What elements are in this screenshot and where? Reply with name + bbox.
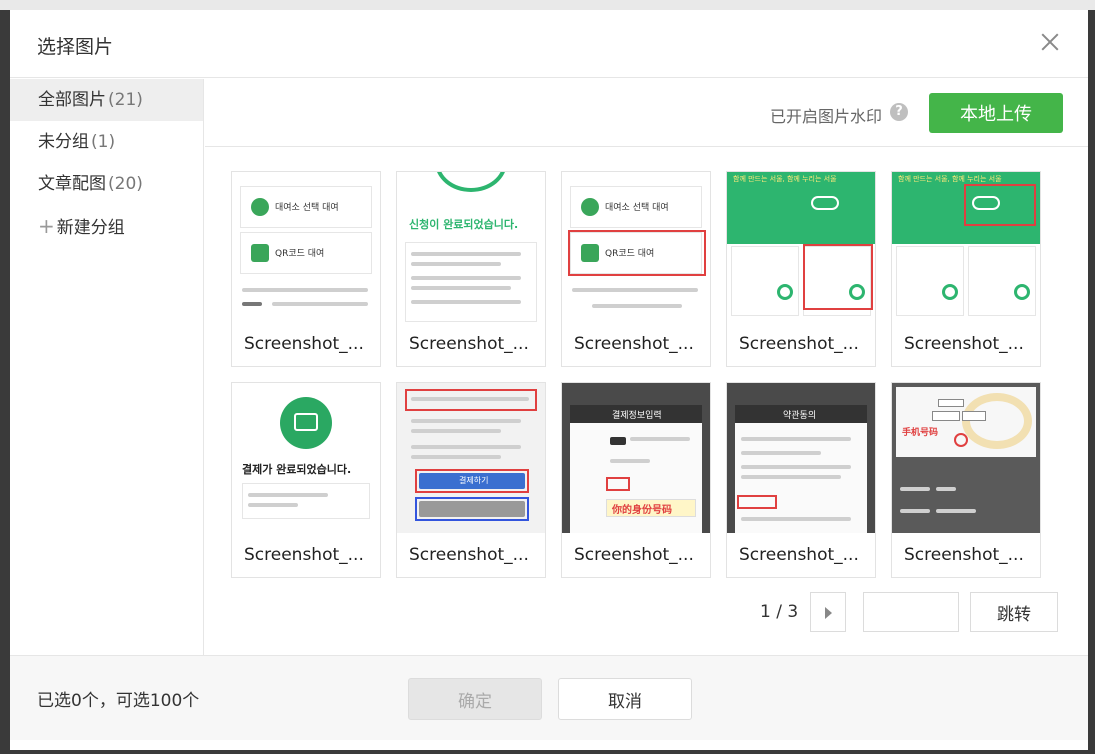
thumb-text: 你的身份号码: [612, 505, 672, 516]
image-thumbnail: 약관동의: [727, 383, 875, 533]
image-thumbnail: 대여소 선택 대여 QR코드 대여: [562, 172, 710, 322]
thumb-text: 대여소 선택 대여: [275, 203, 339, 213]
select-image-dialog: 选择图片 全部图片 (21) 未分组 (1) 文章配图 (20) + 新建分组 已开启图…: [10, 10, 1088, 750]
watermark-status: 已开启图片水印: [769, 107, 882, 126]
image-card[interactable]: 대여소 선택 대여 QR코드 대여 Screenshot_...: [561, 171, 711, 367]
dialog-header: 选择图片: [10, 10, 1088, 78]
close-icon[interactable]: [1036, 28, 1064, 56]
page-jump-input[interactable]: [863, 592, 959, 632]
image-caption: Screenshot_...: [904, 334, 1024, 354]
group-item-article-images[interactable]: 文章配图 (20): [10, 163, 203, 205]
image-thumbnail: 신청이 완료되었습니다.: [397, 172, 545, 322]
group-label: 全部图片: [38, 90, 106, 110]
page-indicator: 1 / 3: [760, 602, 799, 622]
confirm-button[interactable]: 确定: [408, 678, 542, 720]
thumb-text: 함께 만드는 서울, 함께 누리는 서울: [733, 175, 837, 183]
image-caption: Screenshot_...: [244, 545, 364, 565]
image-caption: Screenshot_...: [739, 545, 859, 565]
image-card[interactable]: 함께 만드는 서울, 함께 누리는 서울 Screenshot_...: [726, 171, 876, 367]
thumb-text: 결제하기: [459, 476, 489, 485]
image-thumbnail: 함께 만드는 서울, 함께 누리는 서울: [892, 172, 1040, 322]
question-icon[interactable]: ?: [890, 103, 908, 121]
group-item-ungrouped[interactable]: 未分组 (1): [10, 121, 203, 163]
image-card[interactable]: 결제가 완료되었습니다. Screenshot_...: [231, 382, 381, 578]
image-thumbnail: 결제정보입력 你的身份号码: [562, 383, 710, 533]
thumb-text: 대여소 선택 대여: [605, 203, 669, 213]
thumb-text: 함께 만드는 서울, 함께 누리는 서울: [898, 175, 1002, 183]
group-count: (20): [108, 174, 143, 194]
image-caption: Screenshot_...: [409, 334, 529, 354]
image-card[interactable]: 신청이 완료되었습니다. Screenshot_...: [396, 171, 546, 367]
image-card[interactable]: 手机号码 Screenshot_...: [891, 382, 1041, 578]
image-card[interactable]: 대여소 선택 대여 QR코드 대여 Screenshot_...: [231, 171, 381, 367]
pagination: 1 / 3 跳转: [760, 592, 1070, 632]
dialog-title: 选择图片: [37, 36, 114, 58]
image-card[interactable]: 결제정보입력 你的身份号码 Screenshot_...: [561, 382, 711, 578]
image-thumbnail: 결제하기: [397, 383, 545, 533]
selection-status: 已选0个，可选100个: [37, 691, 200, 711]
content-toolbar: 已开启图片水印 ? 本地上传: [205, 79, 1088, 147]
thumb-text: 신청이 완료되었습니다.: [409, 218, 519, 231]
image-card[interactable]: 약관동의 Screenshot_...: [726, 382, 876, 578]
thumb-text: 결제가 완료되었습니다.: [242, 463, 352, 476]
image-caption: Screenshot_...: [409, 545, 529, 565]
caret-right-icon[interactable]: [810, 592, 846, 632]
image-card[interactable]: 함께 만드는 서울, 함께 누리는 서울 Screenshot_...: [891, 171, 1041, 367]
group-count: (1): [91, 132, 116, 152]
thumb-text: QR코드 대여: [275, 249, 325, 259]
new-group-button[interactable]: + 新建分组: [10, 205, 203, 247]
cancel-button[interactable]: 取消: [558, 678, 692, 720]
backdrop: [0, 0, 1095, 10]
jump-button[interactable]: 跳转: [970, 592, 1058, 632]
thumb-text: 약관동의: [783, 411, 817, 421]
plus-icon: +: [38, 214, 55, 238]
image-thumbnail: 함께 만드는 서울, 함께 누리는 서울: [727, 172, 875, 322]
image-caption: Screenshot_...: [244, 334, 364, 354]
thumb-text: 결제정보입력: [612, 411, 662, 421]
image-thumbnail: 手机号码: [892, 383, 1040, 533]
image-card[interactable]: 결제하기 Screenshot_...: [396, 382, 546, 578]
image-caption: Screenshot_...: [574, 545, 694, 565]
new-group-label: 新建分组: [56, 218, 125, 238]
upload-button[interactable]: 本地上传: [929, 93, 1063, 133]
group-sidebar: 全部图片 (21) 未分组 (1) 文章配图 (20) + 新建分组: [10, 79, 204, 665]
group-item-all[interactable]: 全部图片 (21): [10, 79, 203, 121]
thumb-text: 手机号码: [902, 428, 939, 438]
image-caption: Screenshot_...: [574, 334, 694, 354]
image-thumbnail: 대여소 선택 대여 QR코드 대여: [232, 172, 380, 322]
image-thumbnail: 결제가 완료되었습니다.: [232, 383, 380, 533]
image-caption: Screenshot_...: [904, 545, 1024, 565]
image-caption: Screenshot_...: [739, 334, 859, 354]
dialog-footer: 已选0个，可选100个 确定 取消: [10, 655, 1088, 740]
group-label: 文章配图: [38, 174, 106, 194]
group-label: 未分组: [38, 132, 89, 152]
group-count: (21): [108, 90, 143, 110]
